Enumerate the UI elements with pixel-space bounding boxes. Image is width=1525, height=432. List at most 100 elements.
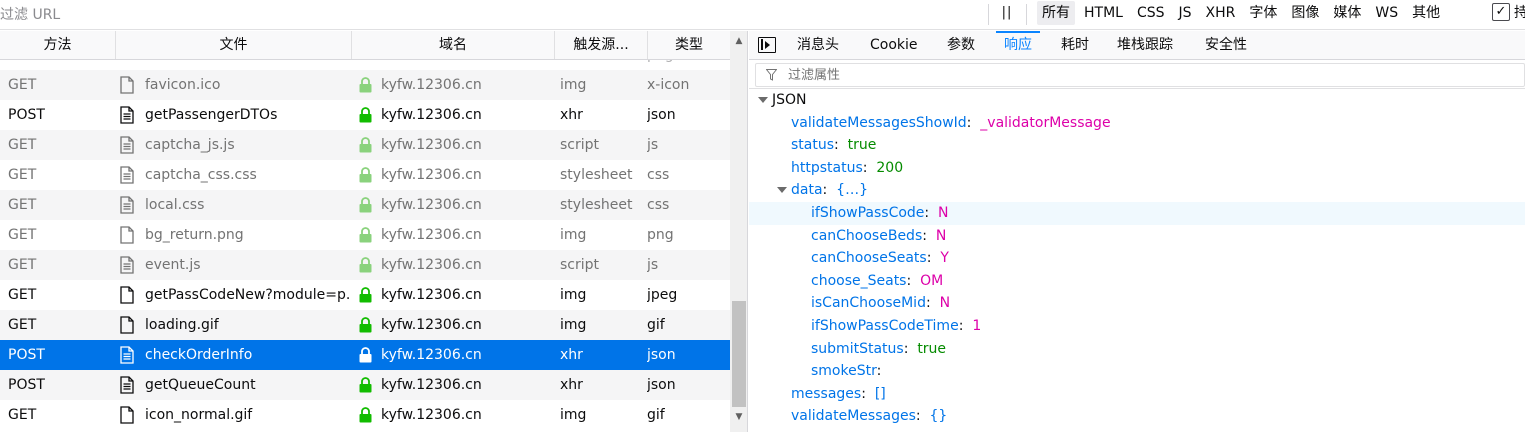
json-key: isCanChooseMid	[811, 295, 926, 312]
details-tab[interactable]: 堆栈跟踪	[1109, 31, 1181, 60]
expand-arrow-icon[interactable]	[758, 97, 768, 103]
table-row[interactable]: POST getPassengerDTOs kyfw.12306.cn xhr json	[0, 100, 730, 130]
file-icon	[120, 316, 134, 334]
filter-toolbar: || 所有HTMLCSSJSXHR字体图像媒体WS其他 ✓ 持	[0, 0, 1525, 30]
table-row[interactable]: GET loading.gif kyfw.12306.cn img gif	[0, 310, 730, 340]
details-tab[interactable]: Cookie	[862, 31, 926, 60]
row-domain-text: kyfw.12306.cn	[381, 257, 482, 273]
table-row[interactable]: POST checkOrderInfo kyfw.12306.cn xhr json	[0, 340, 730, 370]
scrollbar-thumb[interactable]	[732, 301, 746, 407]
json-property-row[interactable]: messages: []	[749, 383, 1525, 406]
row-file-name: getPassCodeNew?module=p...	[145, 287, 350, 303]
expand-arrow-icon[interactable]	[777, 187, 787, 194]
column-type-header[interactable]: 类型	[648, 31, 730, 59]
json-property-row[interactable]: canChooseSeats: Y	[749, 247, 1525, 270]
table-row[interactable]: GET favicon.ico kyfw.12306.cn img x-icon	[0, 70, 730, 100]
json-property-row[interactable]: ifShowPassCode: N	[749, 201, 1525, 225]
table-rows: GET favicon.ico kyfw.12306.cn img x-icon POST…	[0, 70, 730, 430]
type-filter-button[interactable]: XHR	[1201, 1, 1241, 25]
row-type: jpeg	[647, 287, 678, 303]
row-domain-text: kyfw.12306.cn	[381, 197, 482, 213]
table-scrollbar[interactable]: ▲ ▼	[730, 31, 747, 432]
column-cause-header[interactable]: 触发源...	[555, 31, 648, 59]
json-property-row[interactable]: validateMessagesShowId: _validatorMessag…	[749, 112, 1525, 135]
details-tab[interactable]: 响应	[996, 31, 1040, 60]
details-tab[interactable]: 耗时	[1053, 31, 1097, 60]
type-filter-button[interactable]: 媒体	[1328, 1, 1366, 25]
toggle-sidebar-icon[interactable]	[758, 37, 776, 53]
row-method: GET	[8, 257, 37, 273]
type-filter-button[interactable]: JS	[1174, 1, 1197, 25]
table-row[interactable]: GET captcha_js.js kyfw.12306.cn script js	[0, 130, 730, 160]
row-domain: kyfw.12306.cn	[357, 400, 552, 430]
table-row[interactable]: GET captcha_css.css kyfw.12306.cn styleshee…	[0, 160, 730, 190]
pause-button[interactable]: ||	[996, 2, 1018, 26]
table-row[interactable]: GET icon_normal.gif kyfw.12306.cn img gif	[0, 400, 730, 430]
json-root-label: JSON	[772, 92, 807, 108]
lock-icon	[359, 377, 372, 393]
column-file-header[interactable]: 文件	[116, 31, 352, 59]
row-method: GET	[8, 317, 37, 333]
json-key: validateMessagesShowId	[791, 114, 967, 131]
json-property-row[interactable]: validateMessages: {}	[749, 405, 1525, 428]
file-text-icon	[120, 136, 134, 154]
column-domain-header[interactable]: 域名	[352, 31, 555, 59]
json-property-row[interactable]: submitStatus: true	[749, 338, 1525, 361]
row-domain: kyfw.12306.cn	[357, 100, 552, 130]
row-file: bg_return.png	[120, 220, 350, 250]
row-cause: xhr	[560, 377, 583, 393]
type-filter-button[interactable]: 图像	[1286, 1, 1324, 25]
json-property-row[interactable]: canChooseBeds: N	[749, 225, 1525, 248]
row-type: x-icon	[647, 77, 690, 93]
json-key: choose_Seats	[811, 272, 907, 289]
table-row[interactable]: GET bg_return.png kyfw.12306.cn img png	[0, 220, 730, 250]
table-row[interactable]: POST getQueueCount kyfw.12306.cn xhr json	[0, 370, 730, 400]
type-filter-button[interactable]: 所有	[1037, 1, 1075, 25]
type-filter-button[interactable]: WS	[1370, 1, 1403, 25]
row-file: captcha_css.css	[120, 160, 350, 190]
json-key: httpstatus	[791, 159, 863, 176]
row-file-name: favicon.ico	[145, 77, 221, 93]
details-tab[interactable]: 消息头	[789, 31, 847, 60]
partial-table-row[interactable]: ... png	[0, 60, 730, 70]
json-colon: :	[822, 182, 837, 199]
url-filter-input[interactable]	[0, 0, 700, 29]
json-key: messages	[791, 385, 862, 402]
details-panel: 消息头 Cookie 参数响应耗时堆栈跟踪安全性 JSON validateMess…	[749, 31, 1525, 432]
type-filter-button[interactable]: 字体	[1244, 1, 1282, 25]
json-colon: :	[924, 204, 939, 221]
type-filter-button[interactable]: CSS	[1132, 1, 1170, 25]
column-method-header[interactable]: 方法	[0, 31, 116, 59]
json-property-row[interactable]: smokeStr:	[749, 360, 1525, 383]
row-domain-text: kyfw.12306.cn	[381, 347, 482, 363]
details-tab[interactable]: 安全性	[1197, 31, 1255, 60]
type-filter-button[interactable]: HTML	[1079, 1, 1128, 25]
row-file-name: icon_normal.gif	[145, 407, 253, 423]
json-property-row[interactable]: choose_Seats: OM	[749, 270, 1525, 293]
json-property-row[interactable]: ifShowPassCodeTime: 1	[749, 315, 1525, 338]
scroll-down-arrow-icon[interactable]: ▼	[730, 409, 747, 425]
table-row[interactable]: GET event.js kyfw.12306.cn script js	[0, 250, 730, 280]
json-property-row[interactable]: httpstatus: 200	[749, 157, 1525, 180]
row-domain-text: kyfw.12306.cn	[381, 137, 482, 153]
table-row[interactable]: GET getPassCodeNew?module=p... kyfw.12306.…	[0, 280, 730, 310]
json-colon: :	[906, 272, 921, 289]
property-filter-input[interactable]	[788, 64, 1388, 86]
persist-checkbox[interactable]: ✓	[1492, 3, 1510, 21]
json-colon: :	[861, 385, 875, 402]
scroll-up-arrow-icon[interactable]: ▲	[730, 33, 747, 49]
row-file-name: getPassengerDTOs	[145, 107, 278, 123]
type-filter-button[interactable]: 其他	[1407, 1, 1445, 25]
json-response-tree: JSON validateMessagesShowId: _validatorM…	[749, 89, 1525, 428]
table-row[interactable]: GET local.css kyfw.12306.cn stylesheet css	[0, 190, 730, 220]
json-colon: :	[966, 114, 981, 131]
json-property-row[interactable]: data: {…}	[749, 179, 1525, 202]
json-property-row[interactable]: isCanChooseMid: N	[749, 292, 1525, 315]
json-value: N	[939, 295, 951, 312]
file-icon	[120, 286, 134, 304]
lock-icon	[359, 317, 372, 333]
property-filter-box[interactable]	[755, 63, 1525, 87]
details-tab[interactable]: 参数	[939, 31, 983, 60]
json-root-node[interactable]: JSON	[749, 89, 1525, 112]
json-property-row[interactable]: status: true	[749, 134, 1525, 157]
